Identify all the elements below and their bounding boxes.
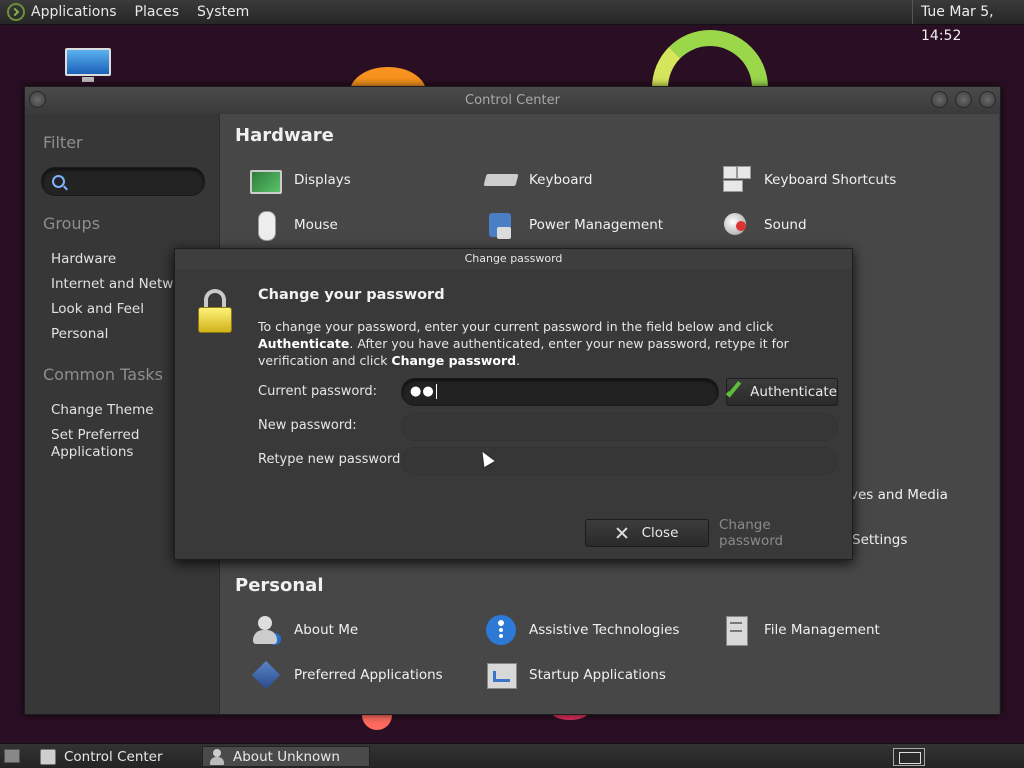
current-password-label: Current password: (258, 384, 378, 399)
task-set-preferred-apps[interactable]: Set Preferred Applications (51, 427, 161, 461)
group-look-and-feel[interactable]: Look and Feel (51, 301, 144, 317)
retype-password-label: Retype new password: (258, 452, 405, 467)
search-icon (52, 175, 65, 188)
preferred-apps-icon (250, 659, 282, 691)
new-password-label: New password: (258, 418, 357, 433)
item-keyboard[interactable]: Keyboard (485, 164, 592, 196)
checkmark-icon (725, 380, 742, 398)
item-startup-applications[interactable]: Startup Applications (485, 659, 666, 691)
top-panel: Applications Places System Tue Mar 5, 14… (0, 0, 1024, 44)
item-mouse[interactable]: Mouse (250, 209, 338, 241)
lock-icon (196, 289, 234, 337)
window-title: Control Center (465, 93, 560, 108)
close-window-button[interactable] (979, 91, 996, 108)
mouse-icon (250, 209, 282, 241)
group-personal[interactable]: Personal (51, 326, 108, 342)
dialog-title[interactable]: Change password (175, 249, 852, 269)
item-keyboard-shortcuts[interactable]: Keyboard Shortcuts (720, 164, 896, 196)
window-menu-button[interactable] (29, 91, 46, 108)
dialog-heading: Change your password (258, 287, 445, 303)
displays-icon (250, 170, 282, 194)
item-assistive-technologies[interactable]: Assistive Technologies (485, 614, 679, 646)
item-sound[interactable]: Sound (720, 209, 807, 241)
accessibility-icon (485, 614, 517, 646)
filter-label: Filter (43, 133, 83, 152)
window-titlebar[interactable]: Control Center (25, 87, 1000, 114)
user-icon (209, 748, 225, 765)
change-password-button[interactable]: Change password (718, 517, 838, 549)
taskbar-about-unknown[interactable]: About Unknown (202, 746, 370, 767)
current-password-field[interactable]: ●● (401, 378, 719, 406)
startup-apps-icon (485, 659, 517, 691)
file-cabinet-icon (720, 614, 752, 646)
item-power-management[interactable]: Power Management (485, 209, 663, 241)
item-preferred-applications[interactable]: Preferred Applications (250, 659, 443, 691)
common-tasks-label: Common Tasks (43, 365, 164, 384)
item-file-management[interactable]: File Management (720, 614, 880, 646)
item-settings-partial[interactable]: Settings (852, 524, 907, 556)
authenticate-button[interactable]: Authenticate (725, 378, 838, 406)
about-me-icon (250, 614, 282, 646)
system-menu[interactable]: System (197, 4, 249, 20)
taskbar-control-center[interactable]: Control Center (34, 746, 198, 767)
section-heading-personal: Personal (235, 575, 324, 596)
show-desktop-icon[interactable] (4, 749, 20, 763)
groups-label: Groups (43, 214, 101, 233)
places-menu[interactable]: Places (135, 4, 180, 20)
maximize-button[interactable] (955, 91, 972, 108)
bottom-panel: Control Center About Unknown (0, 743, 1024, 768)
clock[interactable]: Tue Mar 5, 14:52 (912, 0, 1024, 44)
workspace-switcher[interactable] (893, 748, 925, 766)
item-removable-drives-partial[interactable]: ves and Media (850, 479, 948, 511)
dialog-description: To change your password, enter your curr… (258, 319, 789, 368)
keyboard-icon (485, 164, 517, 196)
task-change-theme[interactable]: Change Theme (51, 402, 154, 418)
new-password-field[interactable] (401, 413, 838, 441)
close-icon (616, 527, 628, 539)
computer-desktop-icon[interactable] (63, 46, 113, 82)
power-management-icon (485, 209, 517, 241)
close-button[interactable]: Close (585, 519, 709, 547)
item-displays[interactable]: Displays (250, 164, 351, 196)
group-hardware[interactable]: Hardware (51, 251, 116, 267)
keyboard-shortcuts-icon (720, 164, 752, 196)
minimize-button[interactable] (931, 91, 948, 108)
control-center-icon (40, 748, 56, 765)
search-input[interactable] (41, 167, 205, 196)
mate-logo-icon[interactable] (7, 3, 25, 21)
item-about-me[interactable]: About Me (250, 614, 358, 646)
section-heading-hardware: Hardware (235, 125, 334, 146)
sound-icon (720, 209, 752, 241)
applications-menu[interactable]: Applications (31, 4, 117, 20)
change-password-dialog: Change password Change your password To … (174, 248, 853, 560)
retype-password-field[interactable] (401, 447, 838, 475)
